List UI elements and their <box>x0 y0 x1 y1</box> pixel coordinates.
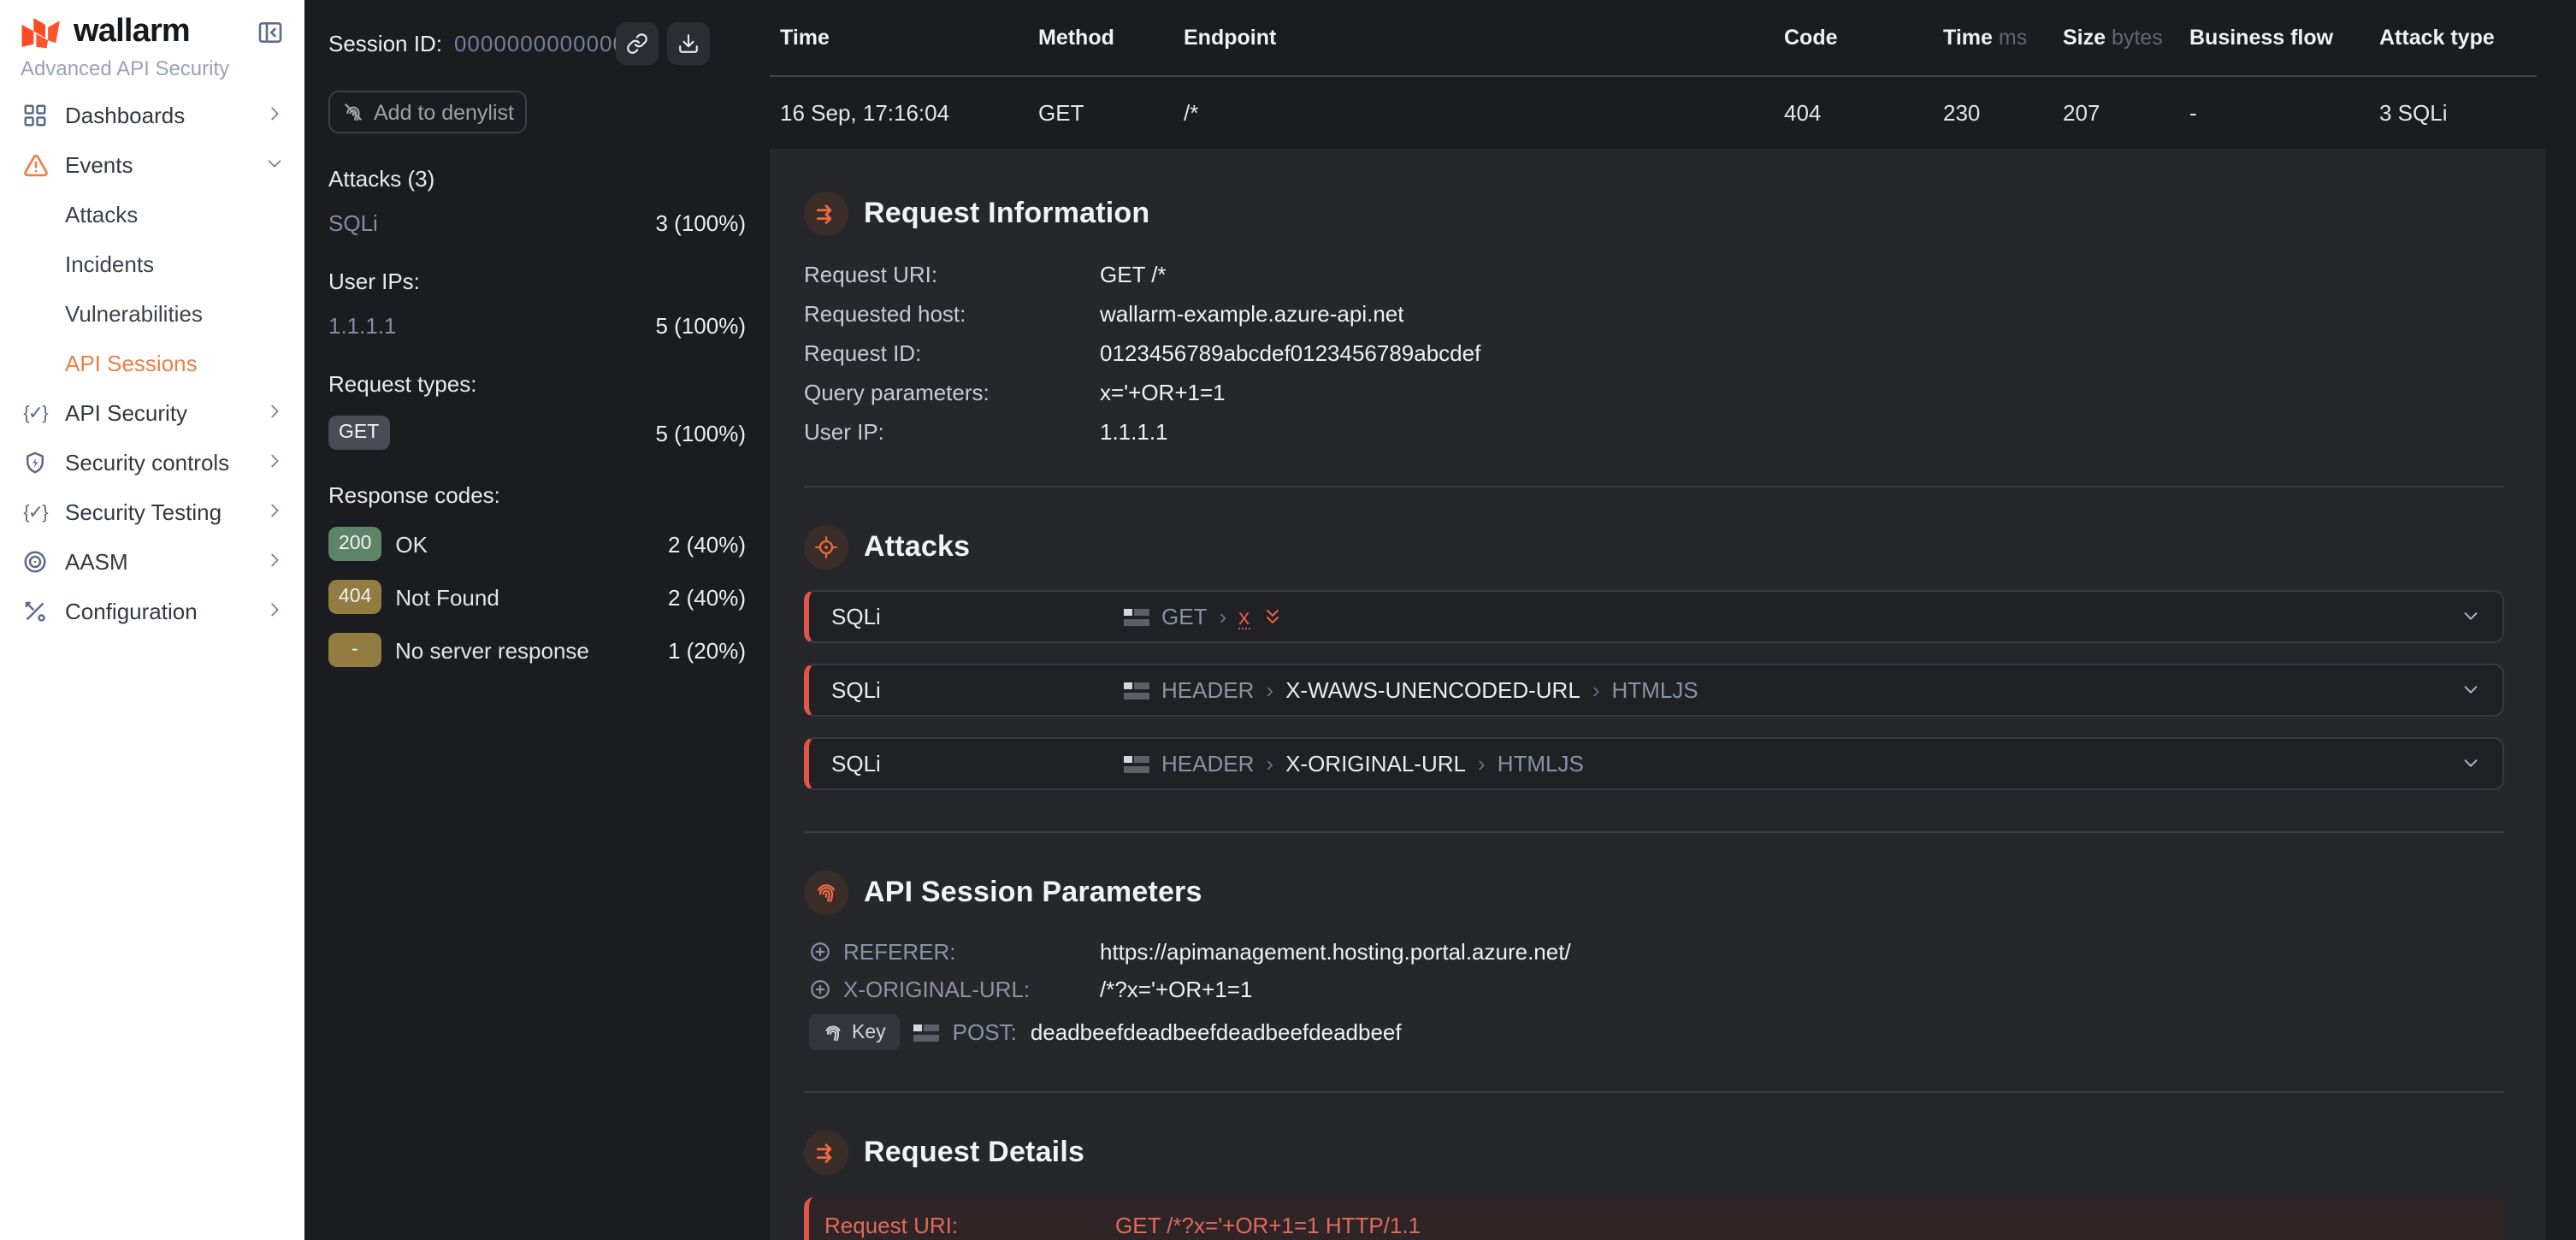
request-information-section-header: Request Information <box>804 192 2504 236</box>
response-codes-header: Response codes: <box>328 482 746 508</box>
info-row: User IP: 1.1.1.1 <box>804 419 2504 445</box>
fingerprint-icon <box>823 1022 843 1042</box>
tools-icon <box>21 597 50 626</box>
attacks-section-header: Attacks <box>804 525 2504 570</box>
chevron-right-icon <box>265 400 284 426</box>
session-parameter-row: X-ORIGINAL-URL: /*?x='+OR+1=1 <box>804 977 2504 1002</box>
attack-row[interactable]: SQLi HEADER › X-WAWS-UNENCODED-URL › HTM… <box>804 664 2504 717</box>
chevron-right-icon <box>265 599 284 624</box>
section-title: Request Details <box>864 1136 1084 1170</box>
sidebar-item-vulnerabilities[interactable]: Vulnerabilities <box>0 289 304 339</box>
section-divider <box>804 486 2504 487</box>
target-icon <box>804 525 848 570</box>
requests-table-header: Time Method Endpoint Code Time ms Size b… <box>770 0 2576 75</box>
expand-chevron-icon[interactable] <box>2461 604 2480 629</box>
section-divider <box>804 831 2504 833</box>
circle-plus-icon <box>809 978 831 1001</box>
attack-row[interactable]: SQLi HEADER › X-ORIGINAL-URL › HTMLJS <box>804 737 2504 790</box>
attacks-count-header: Attacks (3) <box>328 166 746 192</box>
request-details-section-header: Request Details <box>804 1131 2504 1175</box>
braces-check-icon: {✓} <box>21 498 50 527</box>
circle-plus-icon <box>809 941 831 963</box>
request-table-row[interactable]: 16 Sep, 17:16:04 GET /* 404 230 207 - 3 … <box>770 77 2576 149</box>
response-code-row: 404 Not Found 2 (40%) <box>328 580 746 614</box>
status-code-badge: 404 <box>328 580 381 614</box>
grid-icon <box>21 101 50 130</box>
attack-stat-row: SQLi 3 (100%) <box>328 210 746 236</box>
sidebar-item-configuration[interactable]: Configuration <box>0 587 304 636</box>
section-title: Attacks <box>864 530 970 564</box>
parameter-icon <box>1124 608 1149 625</box>
chevron-right-icon <box>265 103 284 128</box>
sidebar-item-incidents[interactable]: Incidents <box>0 239 304 289</box>
malicious-request-row: Request URI: GET /*?x='+OR+1=1 HTTP/1.1 <box>804 1197 2504 1240</box>
logo-title: wallarm <box>74 14 190 51</box>
wallarm-console: wallarm Advanced API Security Dashboards… <box>0 0 2576 1240</box>
sidebar-item-dashboards[interactable]: Dashboards <box>0 91 304 140</box>
request-arrows-icon <box>804 192 848 236</box>
warning-triangle-icon <box>21 151 50 180</box>
radar-icon <box>21 547 50 576</box>
sidebar: wallarm Advanced API Security Dashboards… <box>0 0 304 1240</box>
request-arrows-icon <box>804 1131 848 1175</box>
main-content: Time Method Endpoint Code Time ms Size b… <box>770 0 2576 1240</box>
section-title: API Session Parameters <box>864 876 1202 910</box>
braces-check-icon: {✓} <box>21 399 50 428</box>
chevron-right-icon <box>265 499 284 525</box>
parameter-icon <box>913 1024 939 1041</box>
section-title: Request Information <box>864 197 1149 231</box>
sidebar-item-security-testing[interactable]: {✓} Security Testing <box>0 487 304 537</box>
user-ips-header: User IPs: <box>328 269 746 294</box>
fingerprint-icon <box>804 871 848 915</box>
user-ip-stat-row: 1.1.1.1 5 (100%) <box>328 313 746 339</box>
shield-bolt-icon <box>21 448 50 477</box>
status-code-badge: - <box>328 633 381 667</box>
sidebar-item-security-controls[interactable]: Security controls <box>0 438 304 487</box>
request-detail-panel: Request Information Request URI: GET /* … <box>770 149 2545 1240</box>
sidebar-item-events[interactable]: Events <box>0 140 304 190</box>
method-badge: GET <box>328 416 389 450</box>
add-to-denylist-button[interactable]: Add to denylist <box>328 91 527 133</box>
attack-parameter[interactable]: x <box>1238 605 1250 629</box>
key-badge: Key <box>809 1014 900 1050</box>
info-row: Requested host: wallarm-example.azure-ap… <box>804 301 2504 327</box>
response-code-row: - No server response 1 (20%) <box>328 633 746 667</box>
attack-row[interactable]: SQLi GET › x <box>804 590 2504 643</box>
chevron-right-icon <box>265 450 284 475</box>
sidebar-item-api-sessions[interactable]: API Sessions <box>0 339 304 388</box>
sidebar-item-aasm[interactable]: AASM <box>0 537 304 587</box>
expand-chevron-icon[interactable] <box>2461 677 2480 703</box>
fingerprint-slash-icon <box>341 101 363 123</box>
response-code-row: 200 OK 2 (40%) <box>328 527 746 561</box>
download-button[interactable] <box>667 22 710 65</box>
status-code-badge: 200 <box>328 527 381 561</box>
chevron-down-icon <box>265 152 284 178</box>
session-key-row: Key POST: deadbeefdeadbeefdeadbeefdeadbe… <box>804 1014 2504 1050</box>
sidebar-nav: Dashboards Events Attacks Incidents Vuln… <box>0 91 304 636</box>
copy-link-button[interactable] <box>616 22 659 65</box>
request-type-stat-row: GET 5 (100%) <box>328 416 746 450</box>
wallarm-logo-icon <box>21 15 65 50</box>
logo-subtitle: Advanced API Security <box>21 56 284 80</box>
collapse-sidebar-icon[interactable] <box>257 19 284 46</box>
parameter-icon <box>1124 755 1149 772</box>
expand-chevron-icon[interactable] <box>2461 751 2480 776</box>
session-parameter-row: REFERER: https://apimanagement.hosting.p… <box>804 939 2504 965</box>
info-row: Request URI: GET /* <box>804 262 2504 287</box>
session-summary-panel: Session ID: 00000000000000... Add to den… <box>304 0 770 1240</box>
info-row: Request ID: 0123456789abcdef0123456789ab… <box>804 340 2504 366</box>
chevron-right-icon <box>265 549 284 575</box>
api-session-parameters-section-header: API Session Parameters <box>804 871 2504 915</box>
session-id-label: Session ID: <box>328 30 442 56</box>
section-divider <box>804 1091 2504 1093</box>
sidebar-item-attacks[interactable]: Attacks <box>0 190 304 239</box>
sidebar-item-api-security[interactable]: {✓} API Security <box>0 388 304 438</box>
parameter-icon <box>1124 682 1149 699</box>
double-chevron-down-icon <box>1261 606 1282 627</box>
info-row: Query parameters: x='+OR+1=1 <box>804 380 2504 405</box>
request-types-header: Request types: <box>328 371 746 397</box>
